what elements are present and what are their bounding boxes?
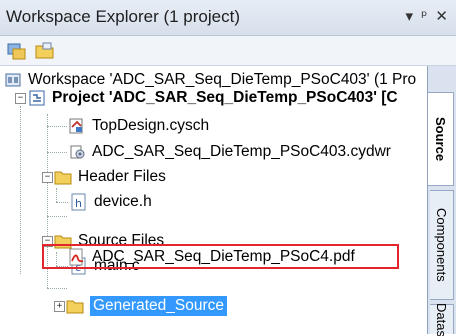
tree-item-generated-source[interactable]: Generated_Source — [66, 294, 227, 318]
pin-icon[interactable]: ᵖ — [421, 7, 427, 25]
tree-item-device-h[interactable]: h device.h — [70, 190, 152, 214]
open-folder-icon[interactable] — [34, 40, 56, 62]
tab-datasheets[interactable]: Datas — [430, 302, 454, 336]
design-wide-resources-icon — [70, 145, 85, 159]
folder-icon — [54, 171, 72, 185]
collapse-header-files-toggle[interactable]: − — [42, 172, 53, 183]
tree-item-topdesign[interactable]: TopDesign.cysch — [68, 114, 209, 138]
workspace-settings-icon[interactable] — [6, 40, 28, 62]
tree-item-header-files[interactable]: Header Files — [54, 165, 166, 189]
collapse-project-toggle[interactable]: − — [15, 93, 26, 104]
dropdown-icon[interactable]: ▾ — [405, 7, 413, 25]
tree-item-cydwr[interactable]: ADC_SAR_Seq_DieTemp_PSoC403.cydwr — [68, 140, 391, 164]
workspace-icon — [5, 73, 21, 87]
highlight-box — [42, 244, 399, 269]
tab-components-label: Components — [434, 208, 449, 282]
window-titlebar: Workspace Explorer (1 project) ▾ ᵖ ✕ — [0, 0, 456, 36]
header-files-label: Header Files — [78, 168, 166, 185]
cydwr-label: ADC_SAR_Seq_DieTemp_PSoC403.cydwr — [92, 143, 391, 160]
device-h-label: device.h — [94, 193, 152, 210]
tab-source[interactable]: Source — [428, 92, 454, 186]
tree-item-project[interactable]: Project 'ADC_SAR_Seq_DieTemp_PSoC403' [C — [28, 86, 398, 110]
tab-components[interactable]: Components — [430, 190, 454, 300]
svg-text:h: h — [75, 197, 82, 210]
folder-icon — [66, 300, 84, 314]
side-tabs: Source Components Datas — [428, 66, 456, 336]
project-label: Project 'ADC_SAR_Seq_DieTemp_PSoC403' [C — [52, 89, 398, 106]
project-icon — [29, 90, 45, 106]
tab-source-label: Source — [433, 116, 448, 162]
tab-datasheets-label: Datas — [434, 302, 449, 336]
window-title: Workspace Explorer (1 project) — [6, 7, 240, 26]
topdesign-label: TopDesign.cysch — [92, 117, 210, 134]
title-controls: ▾ ᵖ ✕ — [405, 7, 448, 25]
generated-source-label: Generated_Source — [90, 296, 227, 316]
schematic-icon — [69, 118, 83, 134]
toolbar — [0, 36, 456, 66]
close-icon[interactable]: ✕ — [435, 7, 448, 25]
expand-generated-source-toggle[interactable]: + — [54, 301, 65, 312]
header-file-icon: h — [71, 193, 86, 211]
